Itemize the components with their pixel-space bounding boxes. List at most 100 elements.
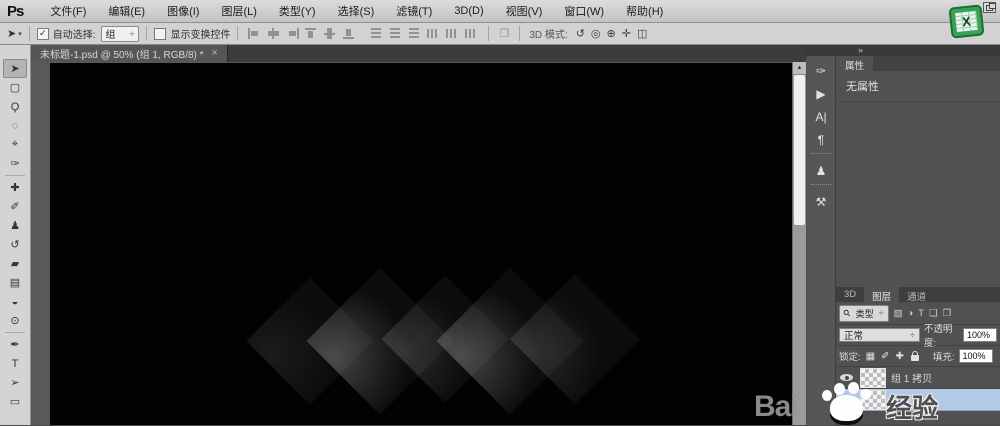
- distribute-vertical-centers-button[interactable]: [389, 28, 402, 39]
- auto-select-target-dropdown[interactable]: 组 ÷: [101, 26, 140, 42]
- tool-preset-picker[interactable]: ➤ ▾: [7, 27, 22, 40]
- menu-item-image[interactable]: 图像(I): [156, 3, 210, 19]
- fill-input[interactable]: 100%: [959, 349, 993, 363]
- scrollbar-thumb[interactable]: [794, 75, 805, 225]
- visibility-eye-icon[interactable]: [840, 395, 853, 404]
- tool-eyedropper[interactable]: ✑: [3, 154, 27, 173]
- lock-position-icon[interactable]: ✚: [895, 351, 903, 362]
- excel-overlay-icon[interactable]: X: [948, 4, 984, 38]
- distribute-horizontal-centers-button[interactable]: [446, 28, 459, 39]
- blend-mode-row: 正常 ÷ 不透明度: 100%: [836, 325, 1000, 346]
- menu-item-help[interactable]: 帮助(H): [615, 3, 674, 19]
- tool-clone-stamp[interactable]: ♟: [3, 216, 27, 235]
- divider: [811, 153, 831, 158]
- lock-all-icon[interactable]: [911, 355, 919, 361]
- restore-window-icon[interactable]: [983, 2, 996, 13]
- menu-item-view[interactable]: 视图(V): [495, 3, 554, 19]
- menu-item-filter[interactable]: 滤镜(T): [385, 3, 443, 19]
- document-tab[interactable]: 未标题-1.psd @ 50% (组 1, RGB/8) * ×: [31, 44, 228, 62]
- tool-move[interactable]: ➤: [3, 59, 27, 78]
- scroll-up-icon[interactable]: ▲: [793, 62, 806, 75]
- tool-gradient[interactable]: ▤: [3, 273, 27, 292]
- tool-crop[interactable]: ⌖: [3, 135, 27, 154]
- tool-blur[interactable]: ◒: [3, 292, 27, 311]
- menu-item-type[interactable]: 类型(Y): [268, 3, 327, 19]
- tool-brush[interactable]: ✐: [3, 197, 27, 216]
- tab-properties[interactable]: 属性: [836, 56, 873, 71]
- lock-image-pixels-icon[interactable]: ✐: [881, 351, 889, 362]
- tool-path-selection[interactable]: ➢: [3, 373, 27, 392]
- auto-select-target-value: 组: [106, 26, 116, 41]
- menu-item-edit[interactable]: 编辑(E): [97, 3, 156, 19]
- filter-adjustment-layers-icon[interactable]: ◑: [908, 308, 914, 319]
- align-vertical-centers-button[interactable]: [324, 28, 337, 39]
- tool-marquee[interactable]: ▢: [3, 78, 27, 97]
- filter-smart-objects-icon[interactable]: ❐: [943, 308, 952, 319]
- visibility-eye-icon[interactable]: [840, 373, 853, 382]
- distribute-bottom-edges-button[interactable]: [408, 28, 421, 39]
- layer-row-selected[interactable]: 组 1: [836, 389, 1000, 411]
- layer-row[interactable]: 组 1 拷贝: [836, 367, 1000, 389]
- divider: [237, 26, 238, 41]
- layer-thumbnail[interactable]: [860, 368, 886, 388]
- chevron-down-icon: ▾: [18, 30, 22, 38]
- distribute-left-edges-button[interactable]: [427, 28, 440, 39]
- auto-select-checkbox[interactable]: ✓: [37, 28, 49, 40]
- tab-channels[interactable]: 通道: [899, 287, 934, 302]
- tool-healing-brush[interactable]: ✚: [3, 178, 27, 197]
- auto-align-layers-icon[interactable]: ❐: [499, 27, 509, 40]
- tool-dodge[interactable]: ⊙: [3, 311, 27, 330]
- filter-shape-layers-icon[interactable]: ❏: [929, 308, 938, 319]
- align-horizontal-centers-button[interactable]: [267, 28, 280, 39]
- 3d-slide-icon[interactable]: ✛: [622, 27, 631, 40]
- canvas-pasteboard[interactable]: [31, 62, 792, 425]
- distribute-top-edges-button[interactable]: [370, 28, 383, 39]
- menu-item-file[interactable]: 文件(F): [39, 3, 97, 19]
- vertical-scrollbar[interactable]: ▲: [792, 62, 806, 425]
- opacity-input[interactable]: 100%: [963, 328, 997, 342]
- align-left-edges-button[interactable]: [248, 28, 261, 39]
- show-transform-checkbox[interactable]: .: [154, 28, 166, 40]
- collapse-panels-icon[interactable]: »: [858, 44, 863, 56]
- filter-type-layers-icon[interactable]: T: [918, 308, 924, 319]
- distribute-right-edges-button[interactable]: [465, 28, 478, 39]
- brush-panel-icon[interactable]: ✑: [809, 59, 834, 82]
- 3d-roll-icon[interactable]: ◎: [591, 27, 601, 40]
- align-right-edges-button[interactable]: [286, 28, 299, 39]
- tool-presets-panel-icon[interactable]: ⚒: [809, 190, 834, 213]
- paragraph-panel-icon[interactable]: ¶: [809, 128, 834, 151]
- character-panel-icon[interactable]: A|: [809, 105, 834, 128]
- blend-mode-dropdown[interactable]: 正常 ÷: [839, 328, 920, 342]
- tab-layers[interactable]: 图层: [864, 287, 899, 302]
- show-transform-label: 显示变换控件: [170, 26, 230, 41]
- tool-quick-selection[interactable]: ◌: [3, 116, 27, 135]
- menu-item-select[interactable]: 选择(S): [327, 3, 386, 19]
- 3d-rotate-icon[interactable]: ↺: [576, 27, 585, 40]
- properties-panel: 属性 无属性: [836, 56, 1000, 288]
- close-icon[interactable]: ×: [212, 47, 218, 59]
- blend-mode-value: 正常: [844, 328, 863, 342]
- divider: [146, 26, 147, 41]
- document-canvas[interactable]: [50, 63, 792, 425]
- 3d-drag-icon[interactable]: ⊕: [607, 27, 616, 40]
- lock-transparent-pixels-icon[interactable]: ▦: [866, 351, 875, 362]
- align-top-edges-button[interactable]: [305, 28, 318, 39]
- tool-type[interactable]: T: [3, 354, 27, 373]
- tab-3d[interactable]: 3D: [836, 287, 864, 302]
- tool-history-brush[interactable]: ↺: [3, 235, 27, 254]
- menu-item-window[interactable]: 窗口(W): [553, 3, 615, 19]
- tool-lasso[interactable]: Ϙ: [3, 97, 27, 116]
- tool-pen[interactable]: ✒: [3, 335, 27, 354]
- layer-thumbnail[interactable]: [860, 390, 886, 410]
- clone-source-panel-icon[interactable]: ♟: [809, 159, 834, 182]
- layer-filter-dropdown[interactable]: ⚲ 类型 ÷: [839, 305, 889, 322]
- excel-x-glyph: X: [955, 12, 978, 31]
- align-bottom-edges-button[interactable]: [343, 28, 356, 39]
- menu-item-3d[interactable]: 3D(D): [443, 5, 494, 17]
- filter-pixel-layers-icon[interactable]: ▨: [894, 308, 903, 319]
- menu-item-layer[interactable]: 图层(L): [210, 3, 267, 19]
- actions-panel-icon[interactable]: ▶: [809, 82, 834, 105]
- 3d-scale-icon[interactable]: ◫: [637, 27, 647, 40]
- tool-eraser[interactable]: ▰: [3, 254, 27, 273]
- tool-rectangle[interactable]: ▭: [3, 392, 27, 411]
